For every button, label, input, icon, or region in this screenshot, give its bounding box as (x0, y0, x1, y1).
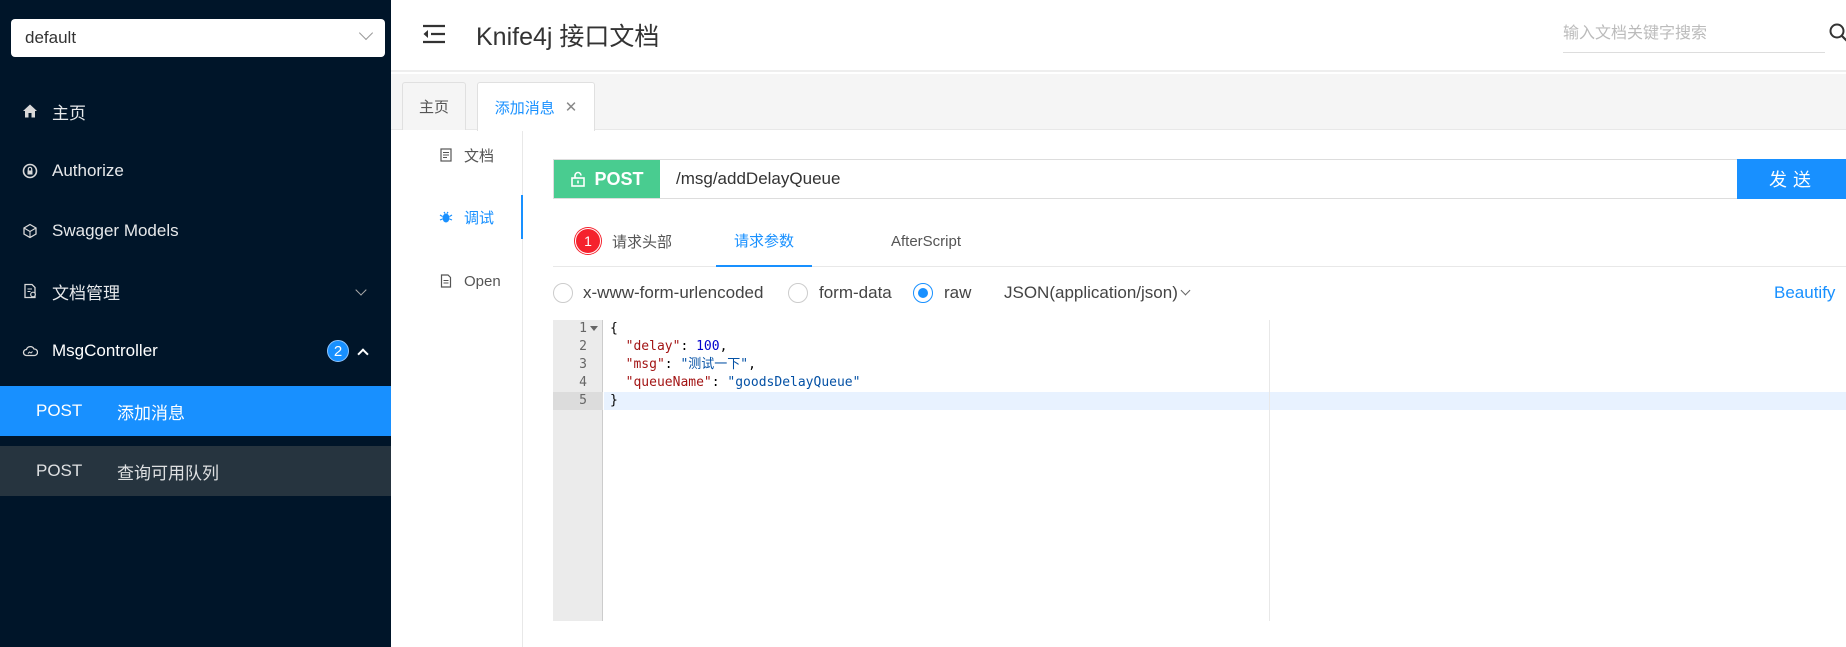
api-item-query-queues[interactable]: POST 查询可用队列 (0, 446, 391, 496)
search-icon[interactable] (1828, 22, 1846, 44)
request-url-bar: POST /msg/addDelayQueue 发送 (553, 159, 1846, 199)
tab-label: 请求参数 (733, 232, 794, 250)
tab-bar: 主页 添加消息 ✕ (391, 74, 1846, 131)
code-line: "msg": "测试一下", (625, 357, 756, 372)
tab-request-headers[interactable]: 1 请求头部 (575, 215, 672, 267)
api-method: POST (36, 401, 83, 420)
json-value: 100 (696, 339, 720, 354)
sidebar-item-swagger-models[interactable]: Swagger Models (0, 201, 391, 261)
header-count-badge: 1 (575, 228, 601, 254)
code-line: } (604, 392, 1846, 410)
sidebar-item-label: MsgController (52, 341, 158, 360)
code-line: { (604, 320, 1846, 338)
bug-icon (439, 211, 453, 223)
radio-form-data[interactable] (788, 283, 808, 303)
content-type-value: JSON(application/json) (1004, 283, 1178, 302)
content-type-select[interactable]: JSON(application/json) (1004, 283, 1191, 303)
models-icon (22, 223, 38, 239)
line-number: 3 (579, 357, 587, 372)
tab-label: 添加消息 (494, 99, 555, 117)
tab-label: 请求头部 (612, 233, 673, 251)
radio-raw[interactable] (913, 283, 933, 303)
nav-item-label: 文档 (464, 147, 495, 165)
nav-item-debug[interactable]: 调试 (391, 195, 523, 239)
param-tabs: 1 请求头部 请求参数 AfterScript (553, 215, 1846, 267)
code-editor[interactable]: 1 2 3 4 5 { "delay": 100, "msg": "测试一下",… (553, 320, 1846, 621)
radio-label[interactable]: form-data (819, 283, 892, 303)
json-key: "delay" (625, 339, 681, 354)
search-input[interactable] (1563, 15, 1825, 53)
sidebar-item-msgcontroller[interactable]: MsgController 2 (0, 321, 391, 381)
tab-home[interactable]: 主页 (402, 82, 466, 130)
print-margin (1269, 320, 1270, 621)
line-number: 5 (553, 392, 603, 410)
code-token: { (610, 321, 618, 336)
method-badge: POST (554, 160, 660, 198)
editor-gutter: 1 2 3 4 5 (553, 320, 603, 621)
json-key: "queueName" (625, 375, 712, 390)
radio-label[interactable]: raw (944, 283, 971, 303)
beautify-button[interactable]: Beautify (1774, 283, 1835, 303)
home-icon (22, 103, 38, 119)
json-key: "msg" (625, 357, 665, 372)
unlock-icon (571, 171, 586, 187)
tab-label: 主页 (418, 99, 449, 116)
file-icon (440, 274, 452, 288)
header: Knife4j 接口文档 (391, 0, 1846, 72)
api-summary: 查询可用队列 (117, 463, 219, 483)
code-token: } (610, 393, 618, 408)
nav-item-open[interactable]: Open (391, 259, 523, 303)
json-value: "goodsDelayQueue" (727, 375, 861, 390)
cloud-icon (22, 343, 38, 359)
line-number: 4 (579, 375, 587, 390)
method-label: POST (594, 168, 644, 189)
group-select[interactable]: default (11, 19, 385, 57)
send-button[interactable]: 发送 (1737, 159, 1846, 199)
nav-item-doc[interactable]: 文档 (391, 133, 523, 177)
sidebar-item-label: 文档管理 (52, 283, 120, 303)
nav-item-label: 调试 (464, 209, 495, 227)
api-method: POST (36, 461, 83, 480)
tab-add-message[interactable]: 添加消息 ✕ (477, 82, 595, 131)
api-summary: 添加消息 (117, 403, 185, 423)
chevron-down-icon (358, 25, 374, 41)
tab-after-script[interactable]: AfterScript (891, 215, 961, 267)
tab-label: AfterScript (891, 232, 962, 250)
nav-item-label: Open (464, 272, 501, 290)
sidebar-item-authorize[interactable]: Authorize (0, 141, 391, 201)
radio-urlencoded[interactable] (553, 283, 573, 303)
json-value: "测试一下" (680, 357, 749, 372)
sidebar-item-label: 主页 (52, 103, 86, 123)
api-count-badge: 2 (327, 340, 349, 362)
menu-fold-icon[interactable] (422, 24, 446, 44)
api-item-add-message[interactable]: POST 添加消息 (0, 386, 391, 436)
tab-request-params[interactable]: 请求参数 (716, 215, 812, 267)
close-icon[interactable]: ✕ (565, 98, 578, 116)
doc-manage-icon (22, 283, 38, 299)
page-title: Knife4j 接口文档 (476, 23, 660, 51)
chevron-down-icon (355, 284, 367, 296)
chevron-down-icon (1180, 285, 1191, 296)
chevron-up-icon (357, 348, 369, 360)
sidebar-item-label: Swagger Models (52, 221, 179, 240)
body-type-options: x-www-form-urlencoded form-data raw JSON… (553, 280, 1846, 306)
sidebar: default 主页 Authorize Swagger Models 文档管理… (0, 0, 391, 647)
sidebar-item-label: Authorize (52, 161, 124, 180)
line-number: 2 (579, 339, 587, 354)
code-line: "queueName": "goodsDelayQueue" (625, 375, 861, 390)
lock-icon (22, 163, 38, 179)
group-select-value: default (25, 28, 77, 47)
sidebar-item-doc-manage[interactable]: 文档管理 (0, 261, 391, 321)
url-input[interactable]: /msg/addDelayQueue (676, 169, 840, 189)
line-number: 1 (553, 320, 603, 338)
document-icon (440, 148, 452, 162)
radio-label[interactable]: x-www-form-urlencoded (583, 283, 763, 303)
doc-nav: 文档 调试 Open (391, 131, 523, 647)
sidebar-item-home[interactable]: 主页 (0, 81, 391, 141)
code-line: "delay": 100, (625, 339, 728, 354)
